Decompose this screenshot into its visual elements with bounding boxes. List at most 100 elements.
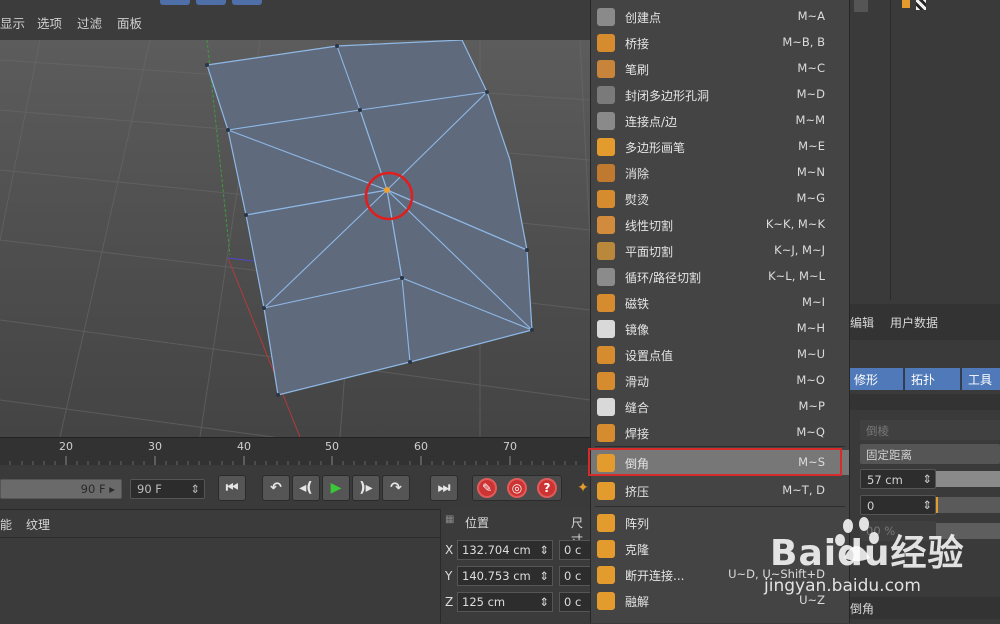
stepper-icon[interactable]: ⇕ bbox=[190, 482, 200, 496]
menu-item-stitch[interactable]: 缝合 M~P bbox=[591, 394, 849, 419]
tab-texture[interactable]: 纹理 bbox=[26, 516, 50, 533]
bridge-icon bbox=[597, 34, 615, 52]
knife-plane-icon bbox=[597, 242, 615, 260]
tab-function[interactable]: 能 bbox=[0, 516, 12, 533]
menu-item-label: 封闭多边形孔洞 bbox=[625, 89, 710, 103]
menu-item-shortcut: M~A bbox=[797, 9, 825, 23]
menu-item-shortcut: M~Q bbox=[796, 425, 825, 439]
menu-options[interactable]: 选项 bbox=[37, 13, 62, 32]
menu-item-label: 循环/路径切割 bbox=[625, 271, 702, 285]
menu-item-brush[interactable]: 笔刷 M~C bbox=[591, 56, 849, 81]
grip-icon[interactable]: ▦ bbox=[445, 514, 454, 525]
bevel-highlight-box bbox=[588, 448, 842, 476]
menu-item-label: 磁铁 bbox=[625, 297, 650, 311]
menu-item-slide[interactable]: 滑动 M~O bbox=[591, 368, 849, 393]
stepper-icon[interactable]: ⇕ bbox=[922, 472, 932, 486]
motion-icon[interactable]: ✦ bbox=[576, 475, 590, 501]
position-x-field[interactable]: 132.704 cm ⇕ bbox=[457, 540, 553, 560]
menu-item-loop-cut[interactable]: 循环/路径切割 K~L, M~L bbox=[591, 264, 849, 289]
go-to-start-button[interactable]: ⏮ bbox=[218, 475, 246, 501]
menu-item-create-point[interactable]: 创建点 M~A bbox=[591, 4, 849, 29]
menu-item-set-point-value[interactable]: 设置点值 M~U bbox=[591, 342, 849, 367]
set-point-value-icon bbox=[597, 346, 615, 364]
go-to-end-button[interactable]: ⏭ bbox=[430, 475, 458, 501]
menu-display[interactable]: 显示 bbox=[0, 13, 25, 32]
menu-item-magnet[interactable]: 磁铁 M~I bbox=[591, 290, 849, 315]
menu-item-polygon-pen[interactable]: 多边形画笔 M~E bbox=[591, 134, 849, 159]
coordinates-panel: ▦ 位置 尺寸 X 132.704 cm⇕ 0 c Y 140.753 cm⇕ … bbox=[440, 509, 599, 623]
menu-item-label: 镜像 bbox=[625, 323, 650, 337]
toolbar-tab[interactable] bbox=[160, 0, 190, 5]
menu-item-plane-cut[interactable]: 平面切割 K~J, M~J bbox=[591, 238, 849, 263]
position-y-field[interactable]: 140.753 cm ⇕ bbox=[457, 566, 553, 586]
tag-icon[interactable] bbox=[902, 0, 910, 8]
position-z-value: 125 cm bbox=[462, 595, 506, 609]
tab-topology[interactable]: 拓扑 bbox=[905, 368, 961, 390]
menu-item-close-hole[interactable]: 封闭多边形孔洞 M~D bbox=[591, 82, 849, 107]
stepper-icon[interactable]: ⇕ bbox=[539, 595, 549, 609]
next-key-button[interactable]: ↷ bbox=[382, 475, 410, 501]
menu-user-data[interactable]: 用户数据 bbox=[890, 314, 938, 331]
3d-viewport[interactable] bbox=[0, 40, 590, 437]
toolbar-tab[interactable] bbox=[196, 0, 226, 5]
key-icon: ✎ bbox=[481, 481, 493, 495]
tick-label: 40 bbox=[237, 440, 251, 453]
menu-item-dissolve[interactable]: 消除 M~N bbox=[591, 160, 849, 185]
stepper-icon[interactable]: ⇕ bbox=[539, 543, 549, 557]
offset-slider[interactable] bbox=[936, 471, 1000, 487]
end-frame-slider[interactable]: 90 F ▸ bbox=[0, 479, 122, 499]
menu-item-weld[interactable]: 焊接 M~Q bbox=[591, 420, 849, 445]
polygon-mesh[interactable] bbox=[206, 40, 533, 396]
position-z-field[interactable]: 125 cm ⇕ bbox=[457, 592, 553, 612]
step-forward-button[interactable]: )▸ bbox=[352, 475, 380, 501]
previous-key-button[interactable]: ↶ bbox=[262, 475, 290, 501]
bevel-mode-label: 倒棱 bbox=[860, 420, 1000, 440]
menu-item-label: 断开连接... bbox=[625, 569, 685, 583]
menu-item-shortcut: M~E bbox=[798, 139, 825, 153]
end-frame-field[interactable]: 90 F ⇕ bbox=[130, 479, 205, 499]
menu-item-label: 创建点 bbox=[625, 11, 662, 25]
divider bbox=[0, 537, 440, 538]
menu-item-label: 熨烫 bbox=[625, 193, 650, 207]
tab-tools[interactable]: 工具 bbox=[962, 368, 1000, 390]
menu-item-label: 连接点/边 bbox=[625, 115, 678, 129]
tick-label: 50 bbox=[325, 440, 339, 453]
menu-edit[interactable]: 编辑 bbox=[850, 314, 874, 331]
timeline-ruler[interactable]: 20 30 40 50 60 70 bbox=[0, 437, 590, 466]
menu-item-label: 多边形画笔 bbox=[625, 141, 686, 155]
offset-value: 57 cm bbox=[867, 473, 903, 487]
question-icon: ? bbox=[543, 481, 551, 495]
end-frame-value: 90 F bbox=[80, 482, 106, 496]
stepper-icon[interactable]: ⇕ bbox=[539, 569, 549, 583]
menu-filter[interactable]: 过滤 bbox=[77, 13, 102, 32]
next-key-icon: ↷ bbox=[390, 480, 402, 496]
play-button[interactable]: ▶ bbox=[322, 475, 350, 501]
key-help-button[interactable]: ? bbox=[537, 478, 557, 498]
offset-field[interactable]: 57 cm ⇕ bbox=[860, 469, 936, 489]
menu-item-connect[interactable]: 连接点/边 M~M bbox=[591, 108, 849, 133]
skip-end-icon: ⏭ bbox=[437, 480, 451, 496]
menu-panel[interactable]: 面板 bbox=[117, 13, 142, 32]
menu-item-bridge[interactable]: 桥接 M~B, B bbox=[591, 30, 849, 55]
menu-item-shortcut: M~B, B bbox=[782, 35, 825, 49]
axis-label: X bbox=[445, 543, 454, 557]
record-key-button[interactable]: ✎ bbox=[477, 478, 497, 498]
size-y-value: 0 c bbox=[564, 569, 582, 583]
create-point-icon bbox=[597, 8, 615, 26]
auto-key-button[interactable]: ◎ bbox=[507, 478, 527, 498]
menu-item-label: 挤压 bbox=[625, 485, 650, 499]
coord-row-x: X 132.704 cm ⇕ 0 c bbox=[441, 540, 599, 562]
toolbar-tab[interactable] bbox=[232, 0, 262, 5]
offset-mode-dropdown[interactable]: 固定距离 bbox=[860, 444, 1000, 464]
menu-item-mirror[interactable]: 镜像 M~H bbox=[591, 316, 849, 341]
tab-shaping[interactable]: 修形 bbox=[848, 368, 904, 390]
menu-item-label: 平面切割 bbox=[625, 245, 674, 259]
menu-item-iron[interactable]: 熨烫 M~G bbox=[591, 186, 849, 211]
menu-item-shortcut: M~P bbox=[798, 399, 826, 413]
selected-point[interactable] bbox=[384, 187, 390, 193]
step-back-button[interactable]: ◂( bbox=[292, 475, 320, 501]
menu-item-shortcut: M~N bbox=[796, 165, 825, 179]
checker-tag-icon[interactable] bbox=[916, 0, 926, 10]
menu-item-extrude[interactable]: 挤压 M~T, D bbox=[591, 478, 849, 503]
menu-item-line-cut[interactable]: 线性切割 K~K, M~K bbox=[591, 212, 849, 237]
